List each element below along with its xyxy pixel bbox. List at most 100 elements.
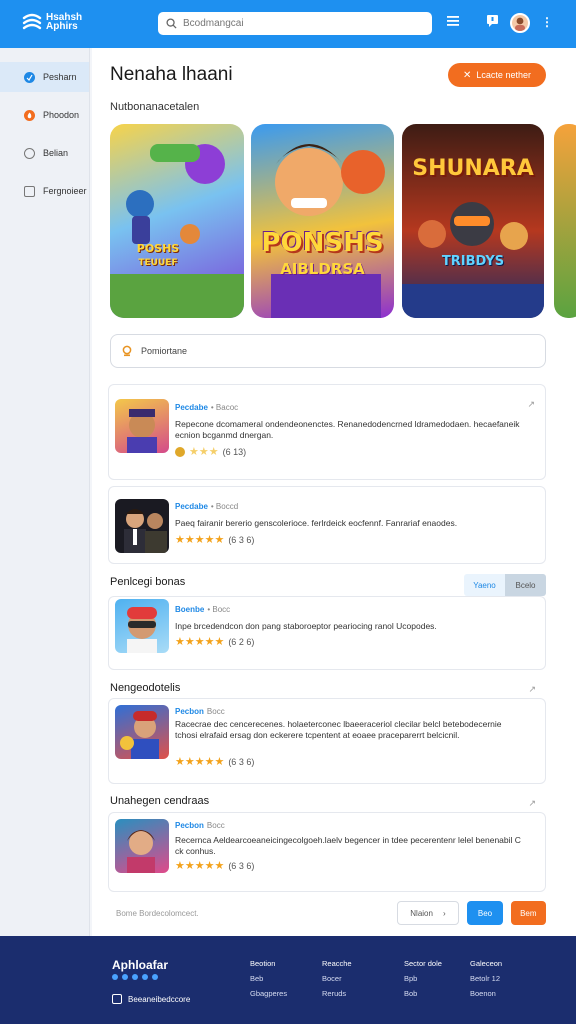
app-rating: ★★★★★ (6 2 6): [175, 635, 254, 648]
card-title: PONSHS: [261, 228, 384, 258]
footer-column: Reacche Bocer Reruds: [322, 956, 352, 1001]
app-logo[interactable]: Hsahsh Aphirs: [22, 12, 82, 32]
footer-column: Sector dole Bpb Bob: [404, 956, 442, 1001]
rating-count: (6 3 6): [228, 534, 255, 545]
card-subtitle: TRIBDYS: [441, 254, 505, 269]
star-rating: ★★★★★: [175, 534, 225, 546]
menu-icon[interactable]: [446, 14, 460, 28]
app-icon: [115, 599, 169, 653]
search-icon: [166, 18, 177, 29]
app-card[interactable]: Pecdabe • Bacoc Repecone dcomameral onden…: [108, 384, 546, 480]
footer: Aphloafar Beeaneibedccore Beotion Beb Gb…: [0, 936, 576, 1024]
footer-link[interactable]: Beotion: [250, 956, 287, 971]
star-rating: ★★★: [189, 446, 219, 458]
app-card[interactable]: Boenbe • Bocc Inpe brcedendcon don pang s…: [108, 596, 546, 670]
footer-link[interactable]: Sector dole: [404, 956, 442, 971]
app-icon: [115, 399, 169, 453]
footer-link[interactable]: Reruds: [322, 986, 352, 1001]
next-label: Nlaion: [410, 908, 433, 918]
sidebar-item-settings[interactable]: Belian: [0, 138, 89, 168]
app-description: Racecrae dec cencerecenes. holaeterconec…: [175, 719, 502, 740]
sidebar-item-trending[interactable]: Phoodon: [0, 100, 89, 130]
rating-count: (6 3 6): [228, 756, 255, 767]
featured-search-label: Pomiortane: [141, 346, 188, 356]
featured-carousel[interactable]: POSHS TEUUEF PONSHS AIBLDRSA SHUNARA TRI…: [110, 124, 576, 319]
group-heading: Unahegen cendraas: [110, 795, 210, 807]
sidebar-item-folder[interactable]: Fergnoieer: [0, 176, 89, 206]
app-card[interactable]: Pecbon Bocc Recernca Aeldearcoeaneicingec…: [108, 812, 546, 892]
app-card[interactable]: Pecbon Bocc Racecrae dec cencerecenes. ho…: [108, 698, 546, 784]
footer-link[interactable]: Bpb: [404, 971, 442, 986]
sidebar-item-label: Phoodon: [43, 110, 80, 120]
badge-icon: [175, 446, 185, 457]
sidebar-item-label: Fergnoieer: [43, 186, 87, 196]
newsletter-label: Beeaneibedccore: [128, 994, 191, 1004]
app-rating: ★★★ (6 13): [175, 445, 246, 458]
expand-icon[interactable]: ↗: [528, 684, 536, 695]
search-bar[interactable]: [158, 12, 432, 35]
rating-count: (6 3 6): [228, 860, 255, 871]
footer-brand: Aphloafar: [112, 958, 169, 972]
rating-count: (6 2 6): [228, 636, 255, 647]
comment-input[interactable]: Bome Bordecolomcect.: [108, 909, 397, 918]
game-art-2: [271, 144, 385, 318]
carousel-card-partial[interactable]: [554, 124, 576, 318]
game-art-3: [402, 202, 544, 318]
newsletter-link[interactable]: Beeaneibedccore: [112, 994, 190, 1004]
footer-link[interactable]: Bob: [404, 986, 442, 1001]
expand-icon[interactable]: ↗: [527, 399, 535, 410]
fire-icon: [24, 109, 35, 121]
group-heading: Penlcegi bonas: [110, 576, 186, 588]
sidebar-item-label: Pesharn: [43, 72, 77, 82]
main-content: Nenaha lhaani ✕ Lcacte nether Nutbonanac…: [92, 48, 576, 936]
page-title: Nenaha lhaani: [110, 64, 233, 85]
more-icon[interactable]: ⋮: [541, 15, 553, 29]
close-icon: ✕: [463, 69, 472, 81]
check-icon: [112, 994, 122, 1004]
logo-wave-icon: [22, 13, 42, 30]
app-name: Pecdabe • Bacoc: [175, 403, 239, 412]
chevron-right-icon: ›: [442, 908, 446, 918]
app-name: Boenbe • Bocc: [175, 605, 231, 614]
secondary-button[interactable]: Bem: [510, 901, 546, 925]
app-rating: ★★★★★ (6 3 6): [175, 755, 254, 768]
group-heading: Nengeodotelis: [110, 682, 181, 694]
avatar[interactable]: [510, 13, 530, 33]
primary-button[interactable]: Beo: [467, 901, 503, 925]
footer-link[interactable]: Bocer: [322, 971, 352, 986]
notification-icon[interactable]: [486, 14, 499, 28]
star-rating: ★★★★★: [175, 636, 225, 648]
home-icon: [24, 71, 35, 83]
folder-icon: [24, 185, 35, 197]
gear-icon: [24, 147, 35, 159]
app-icon: [115, 499, 169, 553]
toggle-option[interactable]: Bcelo: [505, 574, 546, 596]
search-input[interactable]: [183, 18, 413, 29]
card-title: SHUNARA: [412, 156, 534, 181]
sidebar-item-home[interactable]: Pesharn: [0, 62, 89, 92]
app-card[interactable]: Pecdabe • Boccd Paeq fairanir bererio gen…: [108, 486, 546, 564]
logo-line-2: Aphirs: [46, 21, 78, 32]
carousel-card[interactable]: SHUNARA TRIBDYS: [402, 124, 544, 318]
toggle-option[interactable]: Yaeno: [464, 574, 505, 596]
carousel-card[interactable]: POSHS TEUUEF: [110, 124, 244, 318]
app-name: Pecbon Bocc: [175, 707, 225, 716]
carousel-card[interactable]: PONSHS AIBLDRSA: [251, 124, 394, 318]
section-label: Nutbonanacetalen: [110, 101, 200, 113]
footer-link[interactable]: Beb: [250, 971, 287, 986]
footer-column: Galeceon Betolr 12 Boenon: [470, 956, 502, 1001]
star-rating: ★★★★★: [175, 860, 225, 872]
footer-link[interactable]: Betolr 12: [470, 971, 502, 986]
app-icon: [115, 819, 169, 873]
footer-link[interactable]: Boenon: [470, 986, 502, 1001]
next-button[interactable]: Nlaion ›: [396, 901, 460, 925]
expand-icon[interactable]: ↗: [528, 798, 536, 809]
cta-button[interactable]: ✕ Lcacte nether: [448, 63, 546, 87]
footer-link[interactable]: Galeceon: [470, 956, 502, 971]
footer-link[interactable]: Reacche: [322, 956, 352, 971]
app-icon: [115, 705, 169, 759]
featured-search[interactable]: Pomiortane: [110, 334, 546, 368]
view-toggle[interactable]: Yaeno Bcelo: [464, 574, 546, 596]
trophy-icon: [122, 345, 132, 357]
footer-link[interactable]: Gbagperes: [250, 986, 287, 1001]
